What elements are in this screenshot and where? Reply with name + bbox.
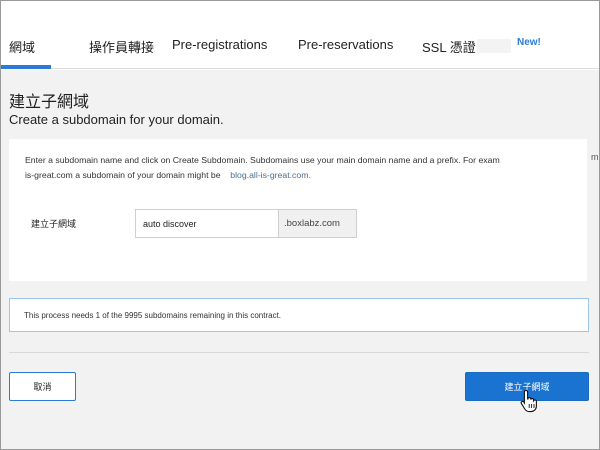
page-title: 建立子網域 <box>9 94 90 111</box>
overflow-text: m <box>591 152 599 162</box>
tab-ssl-certificates[interactable]: SSL 憑證 <box>422 37 476 56</box>
main-content: 建立子網域 Create a subdomain for your domain… <box>1 70 599 449</box>
cancel-button[interactable]: 取消 <box>9 372 76 401</box>
subdomain-form-card: Enter a subdomain name and click on Crea… <box>9 139 587 281</box>
active-tab-indicator <box>1 65 51 69</box>
subdomain-page: 網域 操作員轉接 Pre-registrations Pre-reservati… <box>0 0 600 450</box>
redacted-area <box>477 39 511 53</box>
tab-domains[interactable]: 網域 <box>9 37 35 56</box>
hand-cursor-icon <box>520 389 537 413</box>
subdomain-field-label: 建立子網域 <box>31 219 77 229</box>
domain-suffix: .boxlabz.com <box>279 209 357 238</box>
subdomain-quota-notice: This process needs 1 of the 9995 subdoma… <box>9 298 589 332</box>
divider <box>9 352 589 353</box>
instructions-line-2: is-great.com a subdomain of your domain … <box>25 168 585 183</box>
tab-pre-reservations[interactable]: Pre-reservations <box>298 37 393 52</box>
tab-pre-registrations[interactable]: Pre-registrations <box>172 37 267 52</box>
instructions-line-2-prefix: is-great.com a subdomain of your domain … <box>25 170 221 180</box>
instructions-text: Enter a subdomain name and click on Crea… <box>25 153 585 183</box>
example-subdomain: blog.all-is-great.com. <box>230 170 311 180</box>
notice-text: This process needs 1 of the 9995 subdoma… <box>24 311 282 320</box>
tab-operator-transfer[interactable]: 操作員轉接 <box>89 37 154 56</box>
instructions-line-1: Enter a subdomain name and click on Crea… <box>25 155 500 165</box>
subdomain-input[interactable] <box>135 209 279 238</box>
page-subtitle: Create a subdomain for your domain. <box>9 112 224 127</box>
new-badge: New! <box>517 37 541 48</box>
tab-bar: 網域 操作員轉接 Pre-registrations Pre-reservati… <box>1 1 599 69</box>
